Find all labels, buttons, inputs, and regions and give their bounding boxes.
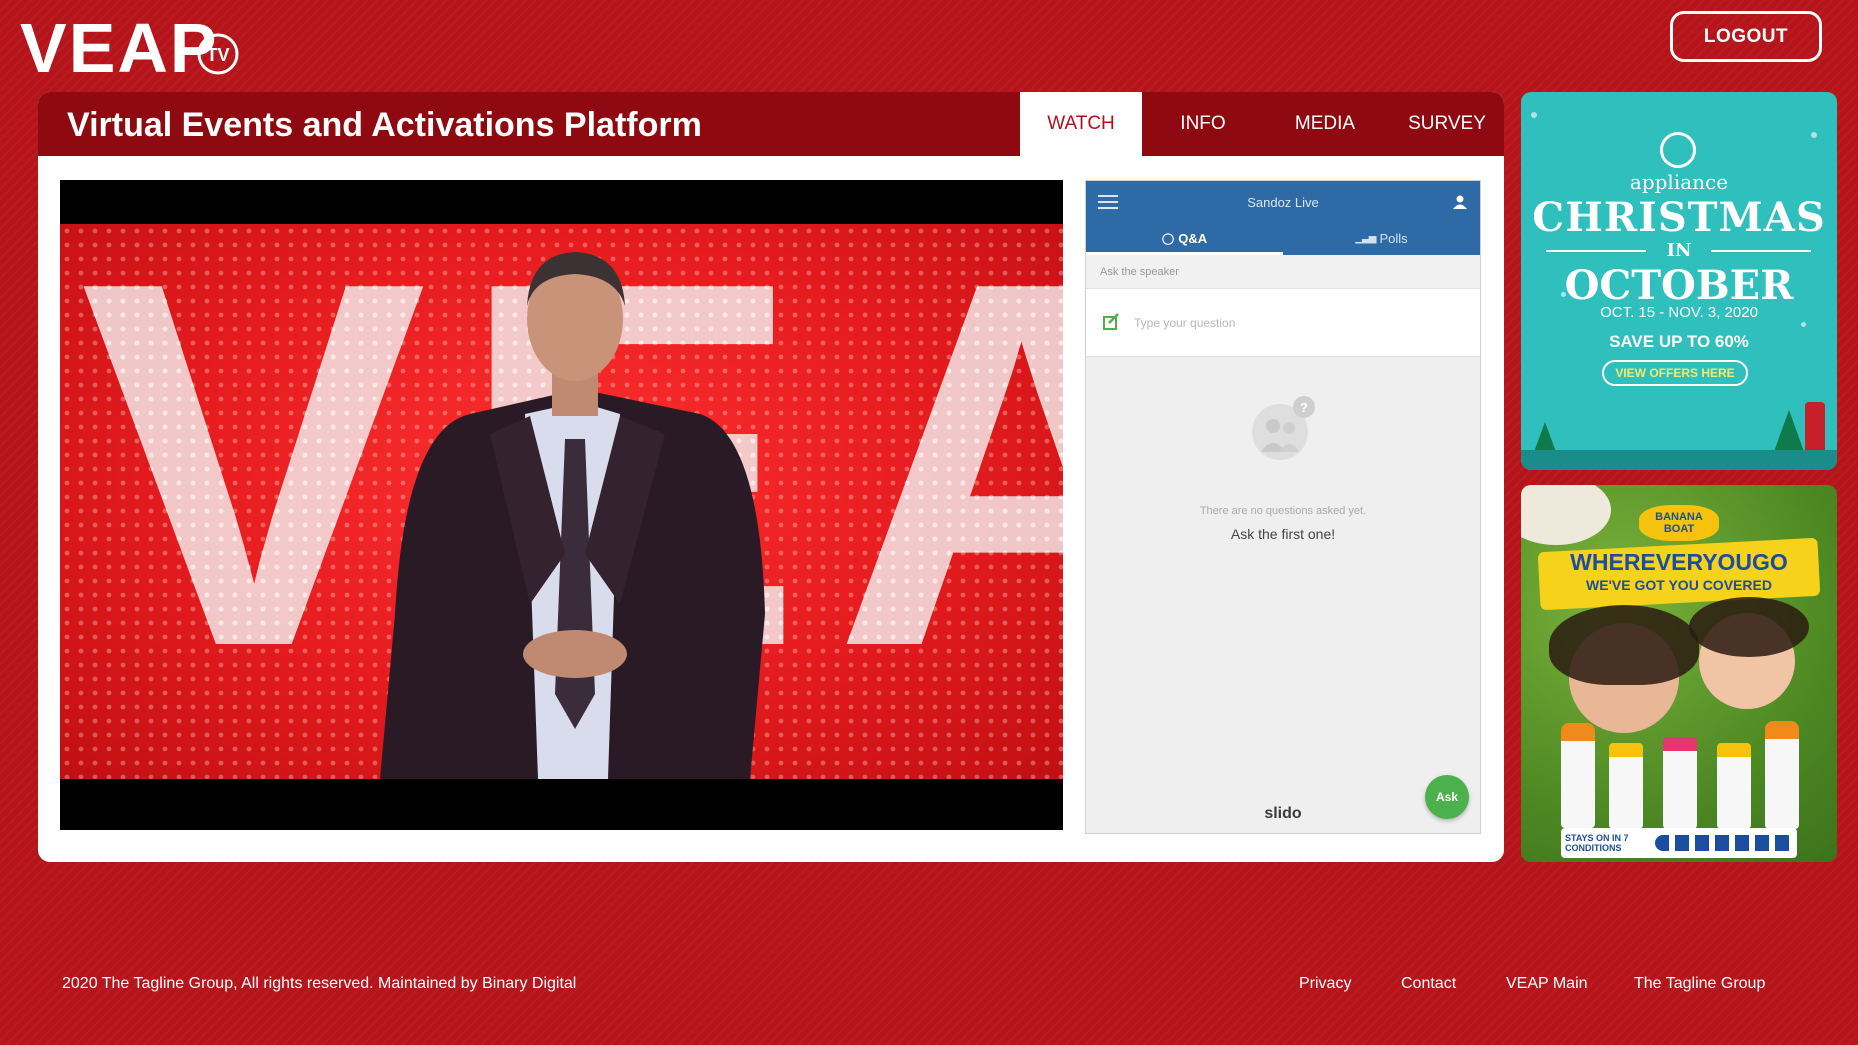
ad1-title-line1: CHRISTMAS	[1532, 194, 1826, 241]
panel-header: Virtual Events and Activations Platform …	[38, 92, 1504, 156]
ad2-subline: WE'VE GOT YOU COVERED	[1586, 577, 1772, 593]
tab-info[interactable]: INFO	[1142, 92, 1264, 156]
child-hair	[1689, 597, 1809, 657]
ad1-title-in: IN	[1666, 240, 1692, 261]
poll-icon: ▁▃▅	[1355, 232, 1376, 244]
tab-qa[interactable]: ◯ Q&A	[1086, 221, 1283, 255]
page-title: Virtual Events and Activations Platform	[67, 106, 702, 144]
ad2-brand: BANANA BOAT	[1639, 505, 1719, 541]
tab-watch[interactable]: WATCH	[1020, 92, 1142, 156]
slido-event-name: Sandoz Live	[1247, 195, 1319, 210]
no-questions-icon: ?	[1252, 396, 1315, 460]
slido-header: Sandoz Live ◯ Q&A ▁▃▅ Polls	[1086, 181, 1480, 255]
empty-state-text: There are no questions asked yet.	[1199, 505, 1367, 517]
tab-survey[interactable]: SURVEY	[1386, 92, 1504, 156]
sm-logo-icon	[1660, 132, 1696, 168]
ad1-dates: OCT. 15 - NOV. 3, 2020	[1600, 304, 1758, 321]
slido-logo: slido	[1264, 805, 1302, 822]
ad1-cta-button[interactable]: VIEW OFFERS HERE	[1602, 360, 1748, 386]
sunscreen-bottle	[1561, 723, 1595, 828]
tab-qa-label: Q&A	[1178, 230, 1208, 246]
edit-icon	[1103, 313, 1119, 330]
footer-link-contact[interactable]: Contact	[1401, 975, 1456, 993]
veap-tv-logo[interactable]: VEAP TV	[20, 10, 260, 80]
video-frame: VEA	[60, 224, 1063, 779]
video-scene: VEA	[60, 224, 1063, 779]
sunscreen-bottle	[1609, 743, 1643, 829]
tab-bar: WATCH INFO MEDIA SURVEY	[1020, 92, 1504, 156]
slido-widget: Sandoz Live ◯ Q&A ▁▃▅ Polls Ask the spea…	[1085, 180, 1481, 834]
ad1-save: SAVE UP TO 60%	[1609, 332, 1749, 351]
footer-link-tagline-group[interactable]: The Tagline Group	[1634, 975, 1765, 993]
logo-badge: TV	[206, 45, 229, 65]
tab-polls[interactable]: ▁▃▅ Polls	[1283, 221, 1480, 255]
ad2-headline: WHEREVERYOUGO	[1570, 549, 1788, 575]
footer-link-veap-main[interactable]: VEAP Main	[1506, 975, 1588, 993]
qa-icon: ◯	[1161, 232, 1175, 245]
tab-polls-label: Polls	[1379, 230, 1408, 246]
slido-tabs: ◯ Q&A ▁▃▅ Polls	[1086, 221, 1480, 255]
user-icon[interactable]	[1452, 194, 1468, 210]
main-panel: Virtual Events and Activations Platform …	[38, 92, 1504, 862]
logout-button[interactable]: LOGOUT	[1670, 11, 1822, 62]
ad-christmas-in-october[interactable]: appliance CHRISTMAS IN OCTOBER OCT. 15 -…	[1521, 92, 1837, 470]
footer-copyright: 2020 The Tagline Group, All rights reser…	[62, 975, 577, 992]
question-input[interactable]	[1134, 311, 1454, 335]
question-row	[1086, 289, 1480, 357]
logo-text: VEAP	[20, 10, 219, 80]
ask-speaker-label: Ask the speaker	[1086, 255, 1480, 289]
footer-link-privacy[interactable]: Privacy	[1299, 975, 1351, 993]
sunscreen-bottle	[1663, 737, 1697, 829]
ask-button[interactable]: Ask	[1425, 775, 1469, 819]
empty-state-cta: Ask the first one!	[1230, 526, 1336, 542]
person-hair	[1549, 605, 1699, 685]
ad2-footer: STAYS ON IN 7 CONDITIONS	[1565, 833, 1629, 853]
ad-banana-boat[interactable]: BANANA BOAT WHEREVERYOUGO WE'VE GOT YOU …	[1521, 485, 1837, 862]
ad1-title-line2: OCTOBER	[1564, 262, 1794, 309]
tab-media[interactable]: MEDIA	[1264, 92, 1386, 156]
sunscreen-bottle	[1717, 743, 1751, 829]
conditions-icons	[1655, 835, 1795, 851]
sunscreen-bottle	[1765, 721, 1799, 829]
video-player[interactable]: VEA	[60, 180, 1063, 830]
ad1-brand: appliance	[1629, 170, 1729, 194]
svg-text:?: ?	[1300, 400, 1308, 415]
